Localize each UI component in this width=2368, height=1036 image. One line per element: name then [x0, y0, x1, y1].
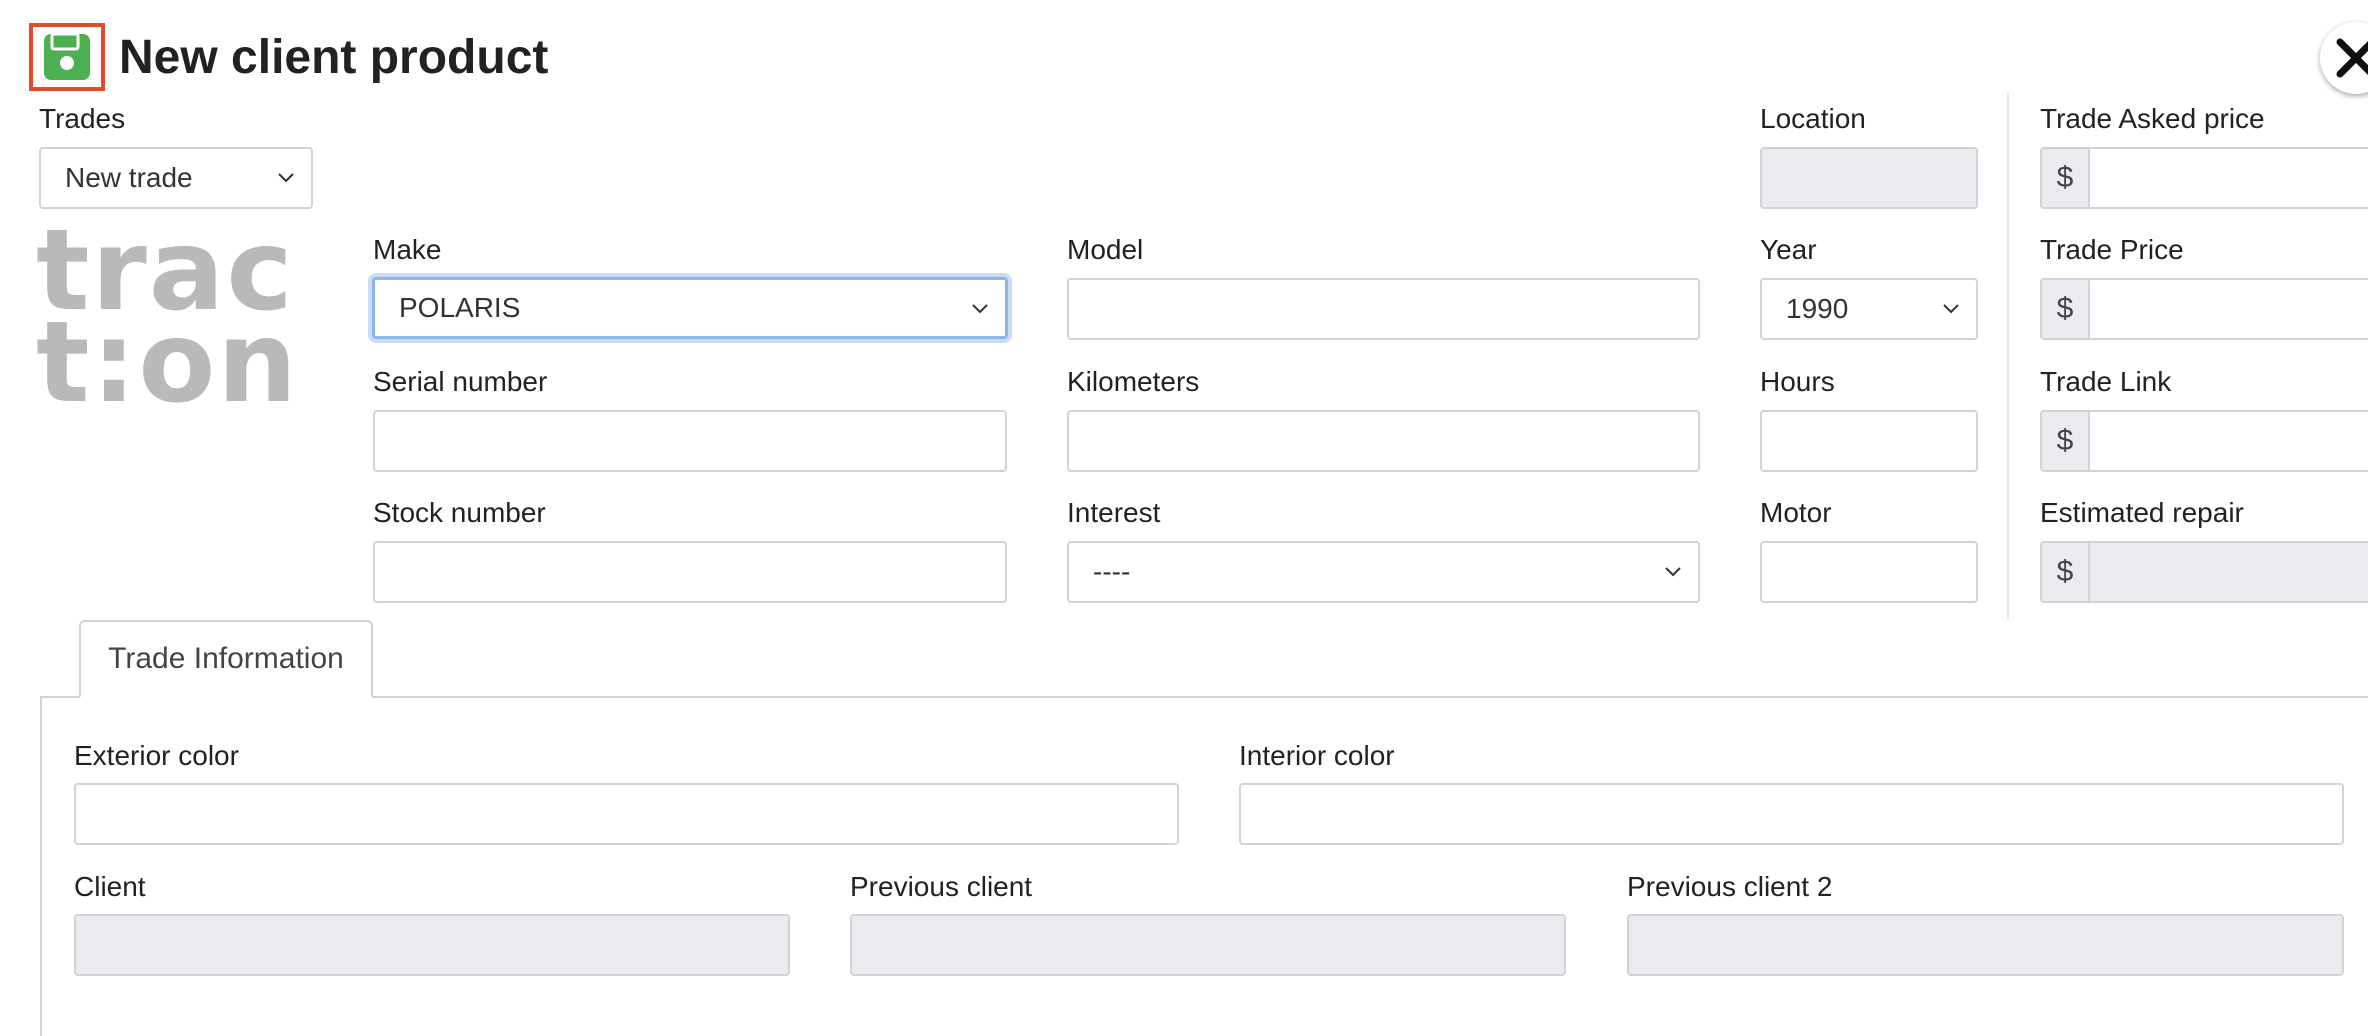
year-label: Year [1760, 234, 1817, 265]
trade-price-label: Trade Price [2040, 234, 2184, 265]
model-label: Model [1067, 234, 1144, 265]
motor-label: Motor [1760, 497, 1832, 528]
traction-logo: trac t:on [36, 206, 300, 428]
interior-color-input[interactable] [1239, 783, 2344, 845]
location-field [1760, 147, 1978, 209]
trade-link-input[interactable] [2090, 412, 2368, 470]
trade-asked-price-label: Trade Asked price [2040, 103, 2265, 134]
make-label: Make [373, 234, 442, 265]
trade-link-label: Trade Link [2040, 366, 2172, 397]
model-input[interactable] [1067, 278, 1700, 340]
trade-price-input[interactable] [2090, 280, 2368, 338]
interest-label: Interest [1067, 497, 1161, 528]
chevron-down-icon [1665, 567, 1681, 577]
trade-price-field[interactable]: $ [2040, 278, 2368, 340]
currency-addon: $ [2042, 149, 2090, 207]
interest-select[interactable]: ---- [1067, 541, 1700, 603]
page-title: New client product [119, 31, 549, 84]
currency-addon: $ [2042, 412, 2090, 470]
location-label: Location [1760, 103, 1866, 134]
estimated-repair-field: $ [2040, 541, 2368, 603]
currency-addon: $ [2042, 280, 2090, 338]
year-select[interactable]: 1990 [1760, 278, 1978, 340]
chevron-down-icon [278, 173, 294, 183]
exterior-color-input[interactable] [74, 783, 1179, 845]
serial-input[interactable] [373, 410, 1007, 472]
hours-input[interactable] [1760, 410, 1978, 472]
client-label: Client [74, 871, 146, 902]
estimated-repair-input [2090, 543, 2368, 601]
hours-label: Hours [1760, 366, 1835, 397]
previous-client-field [850, 914, 1566, 976]
client-field [74, 914, 790, 976]
close-button[interactable] [2320, 22, 2368, 94]
trades-label: Trades [39, 103, 126, 134]
chevron-down-icon [1943, 304, 1959, 314]
make-select[interactable]: POLARIS [372, 277, 1008, 339]
stock-label: Stock number [373, 497, 546, 528]
floppy-disk-icon [44, 32, 90, 80]
previous-client-2-field [1627, 914, 2344, 976]
trade-link-field[interactable]: $ [2040, 410, 2368, 472]
tab-panel [40, 696, 2368, 1036]
year-select-value: 1990 [1786, 293, 1849, 324]
close-icon [2336, 38, 2368, 78]
trades-select[interactable]: New trade [39, 147, 313, 209]
estimated-repair-label: Estimated repair [2040, 497, 2244, 528]
kilometers-input[interactable] [1067, 410, 1700, 472]
interior-color-label: Interior color [1239, 740, 1395, 771]
serial-label: Serial number [373, 366, 548, 397]
currency-addon: $ [2042, 543, 2090, 601]
previous-client-2-label: Previous client 2 [1627, 871, 1833, 902]
trade-asked-price-field[interactable]: $ [2040, 147, 2368, 209]
section-divider [2007, 93, 2009, 619]
save-button[interactable] [29, 23, 105, 91]
motor-input[interactable] [1760, 541, 1978, 603]
trades-select-value: New trade [65, 162, 193, 193]
make-select-value: POLARIS [399, 292, 521, 323]
stock-input[interactable] [373, 541, 1007, 603]
exterior-color-label: Exterior color [74, 740, 239, 771]
previous-client-label: Previous client [850, 871, 1033, 902]
kilometers-label: Kilometers [1067, 366, 1200, 397]
interest-select-value: ---- [1093, 556, 1131, 587]
tab-trade-information[interactable]: Trade Information [79, 620, 373, 698]
trade-asked-price-input[interactable] [2090, 149, 2368, 207]
chevron-down-icon [972, 304, 988, 314]
